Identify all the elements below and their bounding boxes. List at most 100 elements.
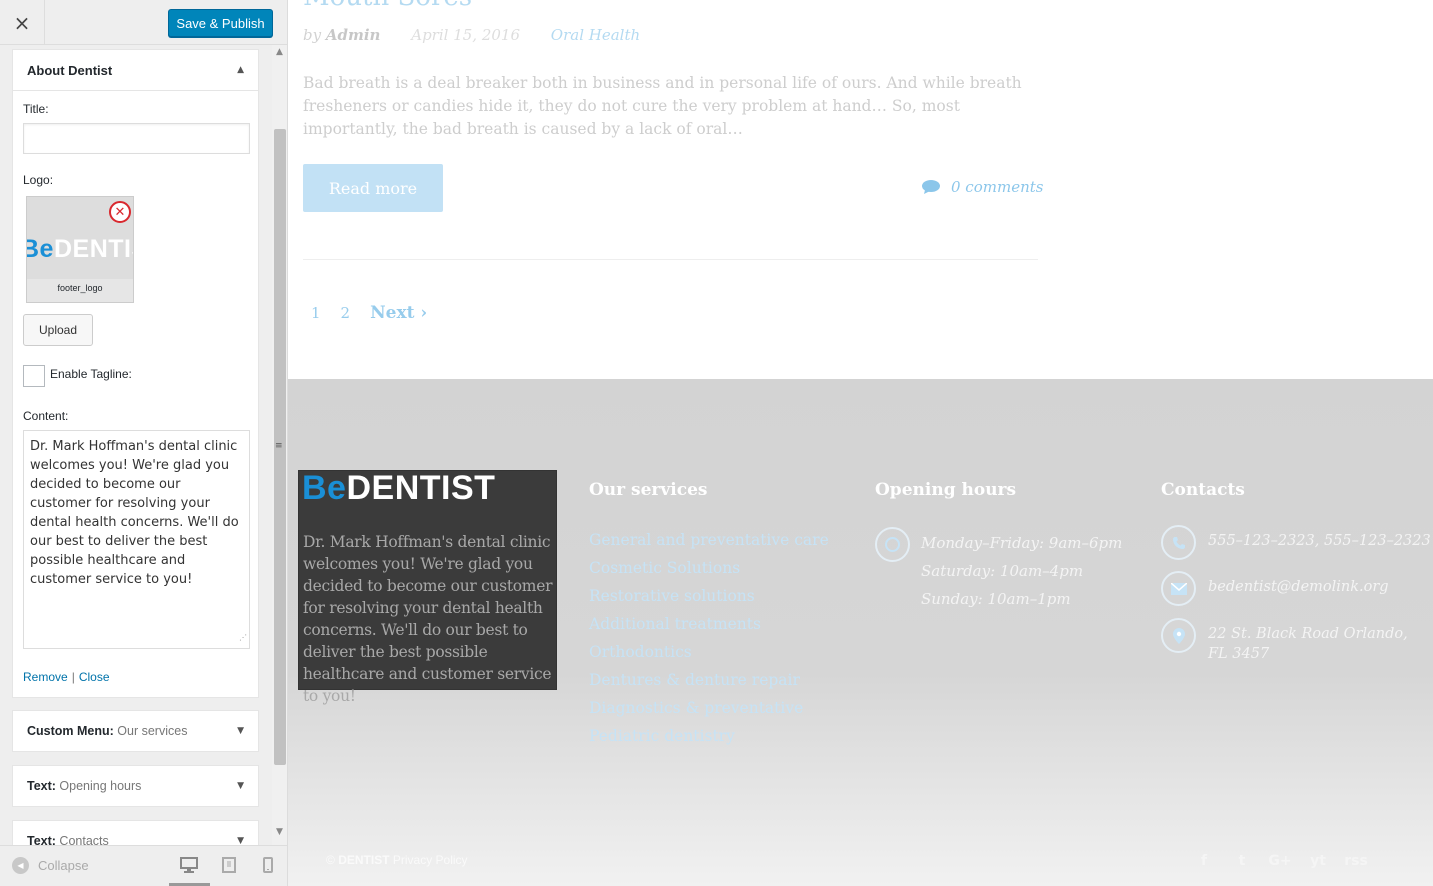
site-preview: Mouth Sores by Admin April 15, 2016 Oral…	[288, 0, 1433, 886]
comments-link[interactable]: 0 comments	[921, 178, 1043, 196]
site-footer: BeDENTIST Dr. Mark Hoffman's dental clin…	[288, 379, 1433, 886]
widget-custom-menu[interactable]: Custom Menu: Our services ▼	[12, 710, 259, 752]
services-title: Our services	[589, 480, 708, 500]
page-link-1[interactable]: 1	[311, 304, 321, 322]
widget-actions: Remove | Close	[23, 670, 110, 684]
facebook-icon[interactable]: f	[1193, 850, 1215, 872]
service-link[interactable]: General and preventative care	[589, 526, 829, 554]
copyright-symbol: ©	[326, 853, 335, 867]
pagination: 1 2 Next ›	[311, 303, 427, 323]
widget-closed-title: Text: Contacts	[27, 834, 109, 845]
collapse-icon: ◀	[12, 857, 29, 874]
hours-line: Monday–Friday: 9am–6pm	[921, 534, 1123, 552]
services-list: General and preventative care Cosmetic S…	[589, 526, 829, 750]
hours-title: Opening hours	[875, 480, 1017, 500]
sidebar-scroll-area: About Dentist ▲ Title: Logo: BeDENTIST ✕…	[0, 45, 287, 845]
chevron-right-icon: ›	[420, 303, 428, 323]
expand-arrow-icon[interactable]: ▼	[237, 726, 244, 736]
sidebar-header: × Save & Publish	[0, 0, 287, 45]
upload-button[interactable]: Upload	[23, 314, 93, 346]
privacy-link[interactable]: Privacy Policy	[393, 853, 468, 867]
service-link[interactable]: Restorative solutions	[589, 582, 829, 610]
widget-text-opening-hours[interactable]: Text: Opening hours ▼	[12, 765, 259, 807]
title-label: Title:	[23, 102, 49, 116]
youtube-icon[interactable]: yt	[1307, 850, 1329, 872]
content-text: Dr. Mark Hoffman's dental clinic welcome…	[30, 439, 239, 587]
collapse-arrow-icon[interactable]: ▲	[237, 65, 244, 75]
post-category[interactable]: Oral Health	[551, 26, 640, 44]
hours-list: Monday–Friday: 9am–6pm Saturday: 10am–4p…	[921, 529, 1122, 613]
content-label: Content:	[23, 409, 69, 423]
page-link-2[interactable]: 2	[341, 304, 351, 322]
footer-bottom-bar: © DENTIST Privacy Policy f t G+ yt rss	[288, 847, 1433, 877]
service-link[interactable]: Diagnostics & preventative	[589, 694, 829, 722]
tablet-preview-icon[interactable]	[219, 855, 239, 875]
enable-tagline-checkbox[interactable]	[23, 365, 45, 387]
comment-icon	[922, 180, 940, 194]
collapse-label: Collapse	[38, 858, 89, 873]
post-date: April 15, 2016	[411, 26, 521, 44]
logo-label: Logo:	[23, 173, 54, 187]
service-link[interactable]: Dentures & denture repair	[589, 666, 829, 694]
close-link[interactable]: Close	[79, 670, 110, 684]
service-link[interactable]: Pediatric dentistry	[589, 722, 829, 750]
post-title[interactable]: Mouth Sores	[303, 0, 472, 12]
post-excerpt: Bad breath is a deal breaker both in bus…	[303, 74, 1022, 138]
mobile-preview-icon[interactable]	[258, 855, 278, 875]
social-links: f t G+ yt rss	[1193, 850, 1368, 872]
sidebar-footer: ◀ Collapse	[0, 845, 287, 886]
content-textarea[interactable]: Dr. Mark Hoffman's dental clinic welcome…	[23, 430, 250, 649]
expand-arrow-icon[interactable]: ▼	[237, 836, 244, 845]
clock-icon	[875, 527, 910, 562]
comments-label: 0 comments	[951, 178, 1044, 196]
hours-line: Sunday: 10am–1pm	[921, 590, 1071, 608]
resize-grip-icon[interactable]: ⋰	[239, 628, 247, 647]
google-plus-icon[interactable]: G+	[1268, 850, 1291, 872]
rss-icon[interactable]: rss	[1344, 850, 1368, 872]
scroll-down-icon[interactable]: ▼	[276, 827, 283, 837]
read-more-button[interactable]: Read more	[303, 164, 443, 212]
envelope-icon	[1161, 571, 1196, 606]
collapse-button[interactable]: ◀ Collapse	[12, 857, 89, 874]
close-customizer-button[interactable]: ×	[0, 0, 45, 45]
scroll-up-icon[interactable]: ▲	[276, 47, 283, 57]
footer-logo: BeDENTIST	[302, 469, 496, 507]
hours-line: Saturday: 10am–4pm	[921, 562, 1084, 580]
desktop-preview-icon[interactable]	[179, 855, 199, 875]
remove-link[interactable]: Remove	[23, 670, 68, 684]
copyright-brand: DENTIST	[338, 853, 390, 867]
widget-closed-title: Text: Opening hours	[27, 779, 142, 793]
about-text: Dr. Mark Hoffman's dental clinic welcome…	[303, 533, 553, 705]
next-page-link[interactable]: Next ›	[370, 303, 427, 323]
email-link[interactable]: bedentist@demolink.org	[1208, 571, 1389, 597]
logo-thumbnail[interactable]: BeDENTIST ✕ footer_logo	[26, 196, 134, 303]
expand-arrow-icon[interactable]: ▼	[237, 781, 244, 791]
contacts-title: Contacts	[1161, 480, 1245, 500]
customizer-app: × Save & Publish About Dentist ▲ Title: …	[0, 0, 1433, 886]
phone-icon	[1161, 525, 1196, 560]
sidebar-scrollbar[interactable]: ▲ ≡ ▼	[272, 45, 287, 845]
remove-logo-icon[interactable]: ✕	[109, 201, 131, 223]
phone-text: 555–123–2323, 555–123–2323	[1208, 533, 1431, 549]
post-meta: by Admin April 15, 2016 Oral Health	[303, 26, 640, 44]
scroll-grip-icon: ≡	[275, 441, 283, 451]
twitter-icon[interactable]: t	[1231, 850, 1253, 872]
widget-closed-title: Custom Menu: Our services	[27, 724, 188, 738]
widget-about-dentist: About Dentist ▲ Title: Logo: BeDENTIST ✕…	[12, 49, 259, 698]
service-link[interactable]: Additional treatments	[589, 610, 829, 638]
service-link[interactable]: Cosmetic Solutions	[589, 554, 829, 582]
post-author[interactable]: Admin	[326, 26, 381, 44]
title-input[interactable]	[23, 123, 250, 154]
contact-email: bedentist@demolink.org	[1161, 571, 1389, 606]
save-publish-button[interactable]: Save & Publish	[168, 9, 273, 37]
contact-phone: 555–123–2323, 555–123–2323	[1161, 525, 1431, 560]
widget-header[interactable]: About Dentist ▲	[13, 50, 258, 91]
address-text: 22 St. Black Road Orlando, FL 3457	[1208, 626, 1408, 662]
action-separator: |	[71, 670, 75, 684]
service-link[interactable]: Orthodontics	[589, 638, 829, 666]
logo-thumb-text: BeDENTIST	[27, 235, 133, 263]
about-widget-highlight[interactable]: BeDENTIST Dr. Mark Hoffman's dental clin…	[299, 469, 556, 705]
meta-by: by	[303, 26, 322, 44]
widget-text-contacts[interactable]: Text: Contacts ▼	[12, 820, 259, 845]
contact-address: 22 St. Black Road Orlando, FL 3457	[1161, 618, 1418, 664]
